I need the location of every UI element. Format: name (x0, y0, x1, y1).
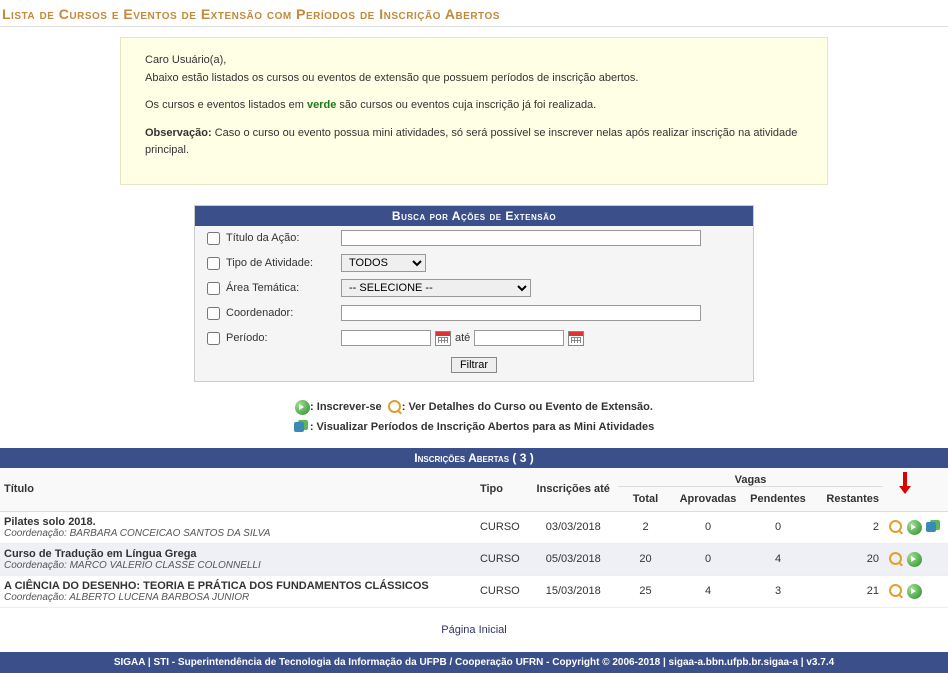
home-link[interactable]: Página Inicial (441, 624, 506, 636)
notice-box: Caro Usuário(a), Abaixo estão listados o… (120, 37, 828, 185)
table-row: Curso de Tradução em Língua GregaCoorden… (0, 543, 948, 575)
table-row: Pilates solo 2018.Coordenação: BARBARA C… (0, 511, 948, 543)
notice-obs-text: Caso o curso ou evento possua mini ativi… (145, 127, 797, 157)
table-section: Inscrições Abertas ( 3 ) Título Tipo Ins… (0, 448, 948, 608)
chk-coord[interactable] (207, 307, 220, 320)
cell-title: A CIÊNCIA DO DESENHO: TEORIA E PRÁTICA D… (0, 575, 476, 607)
table-row: A CIÊNCIA DO DESENHO: TEORIA E PRÁTICA D… (0, 575, 948, 607)
cell-tipo: CURSO (476, 543, 529, 575)
cell-ate: 03/03/2018 (528, 511, 618, 543)
cell-ate: 15/03/2018 (528, 575, 618, 607)
details-icon[interactable] (889, 584, 903, 598)
course-coord: Coordenação: ALBERTO LUCENA BARBOSA JUNI… (4, 592, 472, 603)
col-vagas: Vagas (618, 468, 883, 487)
details-icon[interactable] (889, 520, 903, 534)
course-title: Curso de Tradução em Língua Grega (4, 548, 472, 560)
course-coord: Coordenação: BARBARA CONCEICAO SANTOS DA… (4, 528, 472, 539)
cell-restantes: 2 (813, 511, 883, 543)
calendar-icon[interactable] (435, 331, 451, 346)
course-title: A CIÊNCIA DO DESENHO: TEORIA E PRÁTICA D… (4, 580, 472, 592)
inp-coord[interactable] (341, 305, 701, 321)
col-restantes: Restantes (813, 486, 883, 511)
cell-total: 25 (618, 575, 673, 607)
col-inscricoes: Inscrições até (528, 468, 618, 512)
enroll-icon (295, 400, 310, 415)
cell-aprovadas: 4 (673, 575, 743, 607)
notice-obs-label: Observação: (145, 127, 212, 139)
notice-greeting: Caro Usuário(a), (145, 54, 226, 66)
lbl-coord: Coordenador: (226, 307, 341, 319)
chk-tipo[interactable] (207, 257, 220, 270)
lbl-periodo: Período: (226, 332, 341, 344)
notice-line2a: Os cursos e eventos listados em (145, 99, 307, 111)
legend-details: : Ver Detalhes do Curso ou Evento de Ext… (402, 401, 653, 413)
search-title: Busca por Ações de Extensão (195, 206, 753, 226)
calendar-icon[interactable] (568, 331, 584, 346)
data-table: Título Tipo Inscrições até Vagas Total A… (0, 468, 948, 608)
legend-enroll: : Inscrever-se (310, 401, 382, 413)
enroll-icon[interactable] (907, 520, 922, 535)
lbl-area: Área Temática: (226, 282, 341, 294)
col-total: Total (618, 486, 673, 511)
course-coord: Coordenação: MARCO VALERIO CLASSE COLONN… (4, 560, 472, 571)
sel-area[interactable]: -- SELECIONE -- (341, 279, 531, 297)
cell-restantes: 21 (813, 575, 883, 607)
cell-pendentes: 0 (743, 511, 813, 543)
lbl-tipo: Tipo de Atividade: (226, 257, 341, 269)
notice-line2b: são cursos ou eventos cuja inscrição já … (336, 99, 596, 111)
cell-pendentes: 3 (743, 575, 813, 607)
legend-mini: : Visualizar Períodos de Inscrição Abert… (310, 421, 654, 433)
details-icon (388, 400, 402, 414)
col-pendentes: Pendentes (743, 486, 813, 511)
notice-green: verde (307, 99, 336, 111)
footer: SIGAA | STI - Superintendência de Tecnol… (0, 652, 948, 673)
col-titulo: Título (0, 468, 476, 512)
filter-button[interactable]: Filtrar (451, 357, 497, 373)
cell-restantes: 20 (813, 543, 883, 575)
chk-periodo[interactable] (207, 332, 220, 345)
mini-icon (294, 420, 310, 434)
col-tipo: Tipo (476, 468, 529, 512)
search-box: Busca por Ações de Extensão Título da Aç… (194, 205, 754, 382)
arrow-down-icon (899, 472, 911, 496)
cell-total: 20 (618, 543, 673, 575)
cell-title: Curso de Tradução em Língua GregaCoorden… (0, 543, 476, 575)
cell-aprovadas: 0 (673, 543, 743, 575)
cell-tipo: CURSO (476, 575, 529, 607)
chk-area[interactable] (207, 282, 220, 295)
table-header: Inscrições Abertas ( 3 ) (0, 448, 948, 468)
cell-actions (883, 543, 948, 575)
col-aprovadas: Aprovadas (673, 486, 743, 511)
cell-actions (883, 575, 948, 607)
details-icon[interactable] (889, 552, 903, 566)
chk-titulo[interactable] (207, 232, 220, 245)
cell-title: Pilates solo 2018.Coordenação: BARBARA C… (0, 511, 476, 543)
lbl-ate: até (455, 332, 470, 344)
inp-date-start[interactable] (341, 330, 431, 346)
mini-icon[interactable] (926, 520, 942, 534)
lbl-titulo: Título da Ação: (226, 232, 341, 244)
cell-ate: 05/03/2018 (528, 543, 618, 575)
course-title: Pilates solo 2018. (4, 516, 472, 528)
cell-total: 2 (618, 511, 673, 543)
enroll-icon[interactable] (907, 584, 922, 599)
sel-tipo[interactable]: TODOS (341, 254, 426, 272)
cell-tipo: CURSO (476, 511, 529, 543)
notice-line1: Abaixo estão listados os cursos ou event… (145, 72, 638, 84)
enroll-icon[interactable] (907, 552, 922, 567)
cell-actions (883, 511, 948, 543)
inp-date-end[interactable] (474, 330, 564, 346)
page-title: Lista de Cursos e Eventos de Extensão co… (0, 0, 948, 27)
inp-titulo[interactable] (341, 230, 701, 246)
legend: : Inscrever-se : Ver Detalhes do Curso o… (0, 398, 948, 438)
cell-aprovadas: 0 (673, 511, 743, 543)
cell-pendentes: 4 (743, 543, 813, 575)
